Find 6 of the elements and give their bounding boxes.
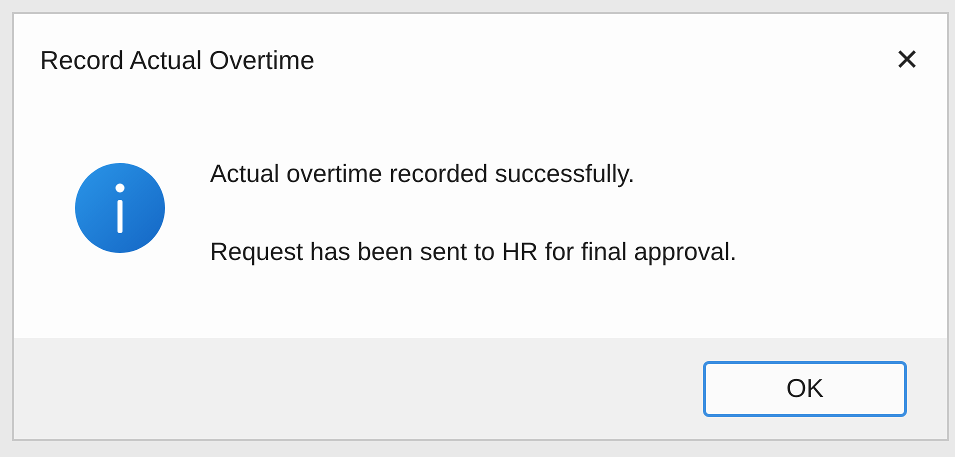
message-text: Request has been sent to HR for final approval. bbox=[210, 236, 737, 268]
message-text: Actual overtime recorded successfully. bbox=[210, 159, 636, 190]
ok-button[interactable]: OK bbox=[703, 360, 907, 416]
close-button[interactable]: ✕ bbox=[881, 34, 933, 86]
window-title: Record Actual Overtime bbox=[40, 44, 315, 76]
info-icon bbox=[74, 162, 166, 254]
